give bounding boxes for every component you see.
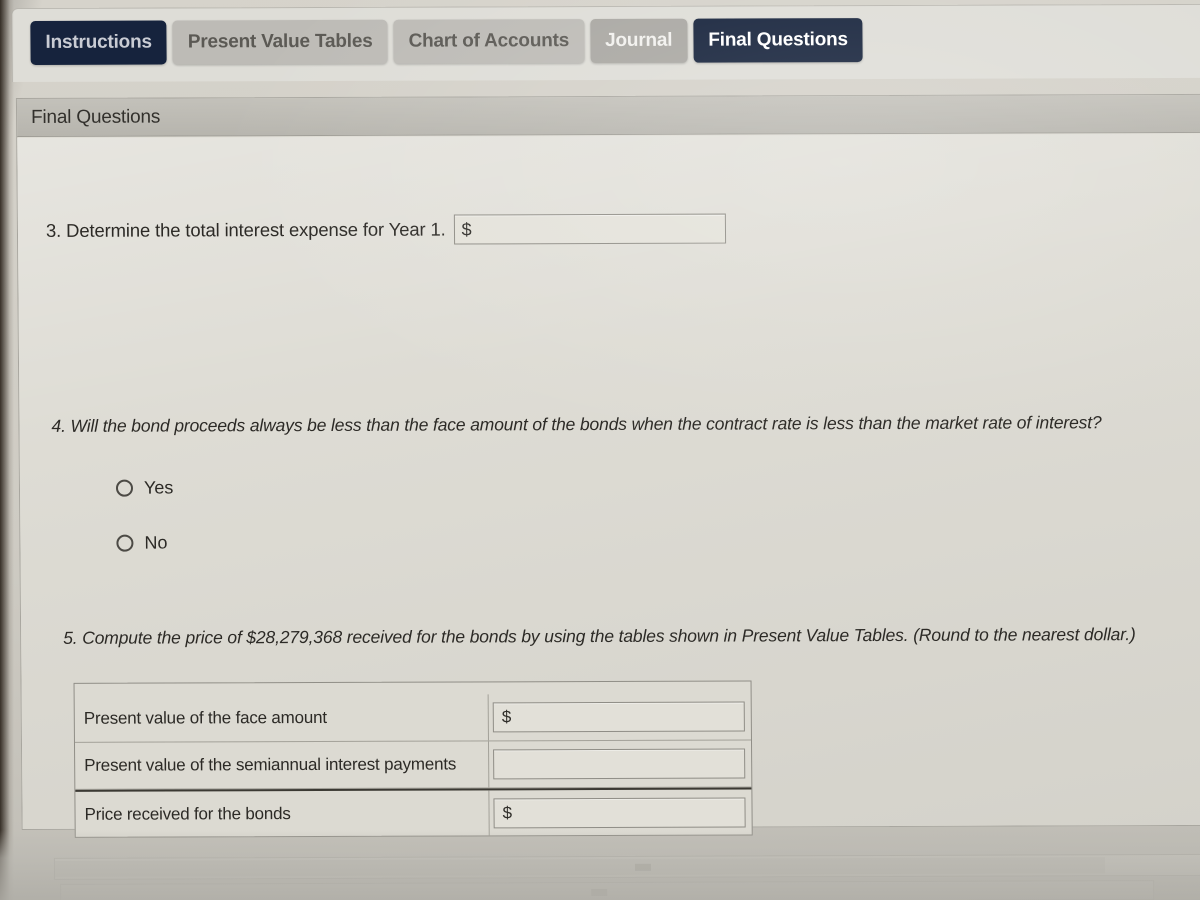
question-4-options: Yes No bbox=[115, 473, 174, 583]
tab-chart-of-accounts-label: Chart of Accounts bbox=[408, 30, 570, 52]
question-3-input[interactable]: $ bbox=[453, 213, 726, 245]
tab-journal-label: Journal bbox=[605, 29, 673, 51]
question-5-text: 5. Compute the price of $28,279,368 rece… bbox=[63, 624, 1136, 648]
tab-list: Instructions Present Value Tables Chart … bbox=[30, 18, 864, 65]
currency-symbol: $ bbox=[501, 707, 512, 727]
scrollbar-thumb[interactable] bbox=[54, 857, 1106, 877]
currency-symbol: $ bbox=[502, 802, 513, 822]
currency-symbol: $ bbox=[461, 218, 472, 239]
horizontal-scrollbar-outer[interactable] bbox=[60, 880, 1155, 900]
present-value-table: Present value of the face amount $ Prese… bbox=[73, 680, 753, 838]
tab-journal[interactable]: Journal bbox=[589, 18, 688, 64]
input-present-value-interest-payments[interactable] bbox=[493, 748, 746, 780]
final-questions-panel: Final Questions 3. Determine the total i… bbox=[15, 93, 1200, 838]
radio-circle-icon bbox=[115, 479, 134, 497]
radio-circle-icon bbox=[116, 534, 134, 552]
photo-backdrop: Instructions Present Value Tables Chart … bbox=[0, 0, 1200, 900]
tab-present-value-tables[interactable]: Present Value Tables bbox=[172, 19, 388, 65]
tab-present-value-tables-label: Present Value Tables bbox=[187, 30, 373, 53]
scrollbar-grip-icon bbox=[591, 888, 608, 897]
row-field-cell: $ bbox=[489, 789, 751, 835]
row-label-semiannual-interest: Present value of the semiannual interest… bbox=[74, 741, 490, 789]
question-3-text: 3. Determine the total interest expense … bbox=[45, 218, 446, 241]
panel-body: 3. Determine the total interest expense … bbox=[17, 133, 1200, 838]
panel-header: Final Questions bbox=[16, 94, 1200, 138]
page-title: Final Questions bbox=[30, 106, 161, 128]
tab-bar: Instructions Present Value Tables Chart … bbox=[11, 3, 1200, 83]
tab-instructions-label: Instructions bbox=[45, 31, 152, 53]
radio-option-yes-label: Yes bbox=[143, 476, 174, 498]
question-4-text: 4. Will the bond proceeds always be less… bbox=[51, 412, 1102, 436]
radio-option-no[interactable]: No bbox=[116, 528, 174, 556]
table-row: Present value of the face amount $ bbox=[74, 693, 751, 743]
row-label-face-amount: Present value of the face amount bbox=[74, 694, 489, 742]
tab-final-questions[interactable]: Final Questions bbox=[693, 18, 864, 63]
radio-option-no-label: No bbox=[144, 532, 168, 553]
table-row: Present value of the semiannual interest… bbox=[74, 740, 752, 790]
tab-chart-of-accounts[interactable]: Chart of Accounts bbox=[393, 19, 585, 64]
row-label-price-received: Price received for the bonds bbox=[75, 790, 490, 837]
scrollbar-grip-icon bbox=[634, 863, 652, 871]
question-3: 3. Determine the total interest expense … bbox=[45, 213, 726, 246]
tab-instructions[interactable]: Instructions bbox=[30, 20, 168, 65]
tab-final-questions-label: Final Questions bbox=[708, 29, 848, 51]
screen-content: Instructions Present Value Tables Chart … bbox=[0, 0, 1200, 900]
input-present-value-face-amount[interactable]: $ bbox=[492, 701, 745, 733]
input-price-received-for-bonds[interactable]: $ bbox=[493, 796, 746, 828]
horizontal-scrollbar-inner[interactable] bbox=[53, 853, 1200, 880]
radio-option-yes[interactable]: Yes bbox=[115, 473, 174, 501]
table-row-total: Price received for the bonds $ bbox=[75, 787, 752, 837]
row-field-cell: $ bbox=[489, 693, 751, 740]
row-field-cell bbox=[489, 740, 751, 787]
